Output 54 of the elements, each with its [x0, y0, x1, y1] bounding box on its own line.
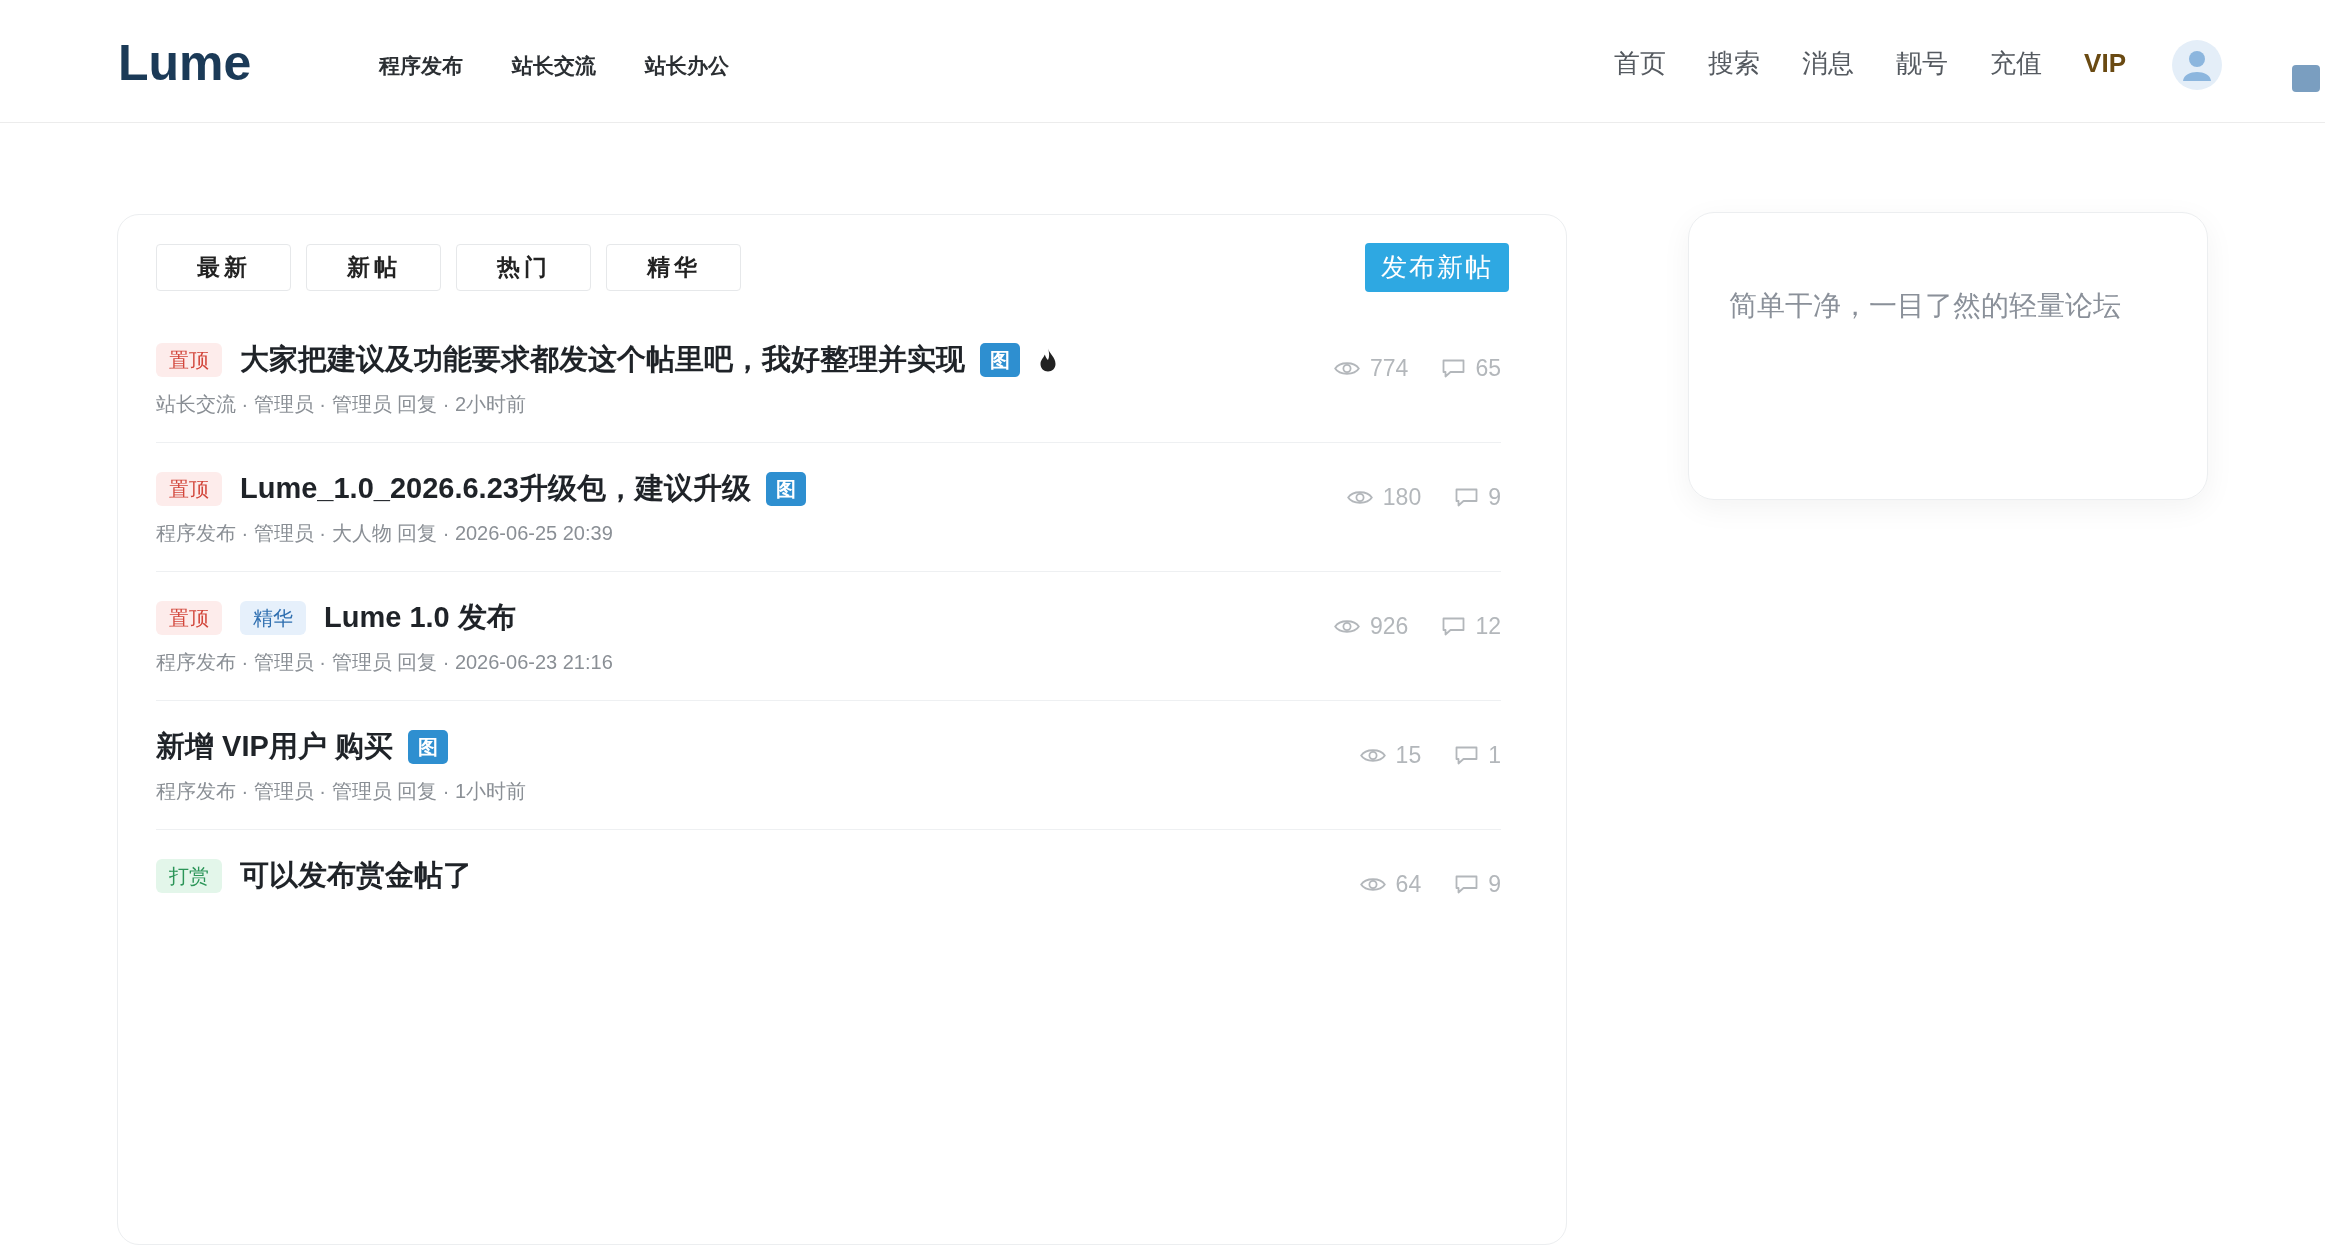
reply-count: 65 [1475, 354, 1501, 383]
filter-tab[interactable]: 新帖 [306, 244, 441, 291]
post-tag: 精华 [240, 601, 306, 635]
nav-link[interactable]: 充值 [1990, 45, 2043, 81]
post-meta: 站长交流 · 管理员 · 管理员 回复 · 2小时前 [156, 392, 527, 417]
post-title[interactable]: Lume 1.0 发布 [324, 598, 516, 638]
eye-icon [1334, 359, 1361, 377]
filter-tab[interactable]: 最新 [156, 244, 291, 291]
post-meta: 程序发布 · 管理员 · 大人物 回复 · 2026-06-25 20:39 [156, 521, 614, 546]
post-tag: 置顶 [156, 472, 222, 506]
nav-link[interactable]: 站长交流 [512, 52, 597, 80]
image-tag: 图 [407, 730, 448, 764]
post-title[interactable]: 新增 VIP用户 购买 [156, 727, 393, 767]
nav-link[interactable]: 程序发布 [379, 52, 464, 80]
filter-tab[interactable]: 热门 [456, 244, 591, 291]
nav-link[interactable]: 消息 [1802, 45, 1855, 81]
eye-icon [1359, 746, 1386, 764]
speech-bubble-icon [1455, 745, 1479, 765]
speech-bubble-icon [1442, 616, 1466, 636]
reply-count: 9 [1488, 483, 1501, 512]
view-count: 64 [1395, 870, 1422, 899]
eye-icon [1359, 875, 1386, 893]
eye-icon [1346, 488, 1373, 506]
nav-link[interactable]: 首页 [1614, 45, 1667, 81]
nav-link[interactable]: 站长办公 [645, 52, 730, 80]
post-meta: 程序发布 · 管理员 · 管理员 回复 · 2026-06-23 21:16 [156, 650, 614, 675]
speech-bubble-icon [1455, 874, 1479, 894]
nav-link[interactable]: 搜索 [1708, 45, 1761, 81]
view-count: 774 [1370, 354, 1409, 383]
site-tagline: 简单干净，一目了然的轻量论坛 [1729, 289, 2122, 323]
post-meta: 程序发布 · 管理员 · 管理员 回复 · 1小时前 [156, 779, 527, 804]
speech-bubble-icon [1455, 487, 1479, 507]
reply-count: 9 [1488, 870, 1501, 899]
post-title[interactable]: 可以发布赏金帖了 [240, 856, 472, 896]
view-count: 15 [1395, 741, 1422, 770]
square-icon[interactable] [2292, 65, 2320, 92]
nav-link[interactable]: 靓号 [1896, 45, 1949, 81]
user-avatar-icon[interactable] [2172, 40, 2222, 90]
vip-link[interactable]: VIP [2084, 47, 2126, 79]
reply-count: 12 [1475, 612, 1501, 641]
reply-count: 1 [1488, 741, 1501, 770]
post-tag: 置顶 [156, 601, 222, 635]
eye-icon [1334, 617, 1361, 635]
post-title[interactable]: 大家把建议及功能要求都发这个帖里吧，我好整理并实现 [240, 340, 965, 380]
view-count: 926 [1370, 612, 1409, 641]
post-title[interactable]: Lume_1.0_2026.6.23升级包，建议升级 [240, 469, 751, 509]
post-tag: 置顶 [156, 343, 222, 377]
image-tag: 图 [980, 343, 1020, 377]
speech-bubble-icon [1442, 358, 1466, 378]
image-tag: 图 [765, 472, 806, 506]
view-count: 180 [1382, 483, 1422, 512]
filter-tab[interactable]: 精华 [606, 244, 741, 291]
post-tag: 打赏 [156, 859, 222, 893]
site-logo[interactable]: Lume [118, 38, 252, 88]
